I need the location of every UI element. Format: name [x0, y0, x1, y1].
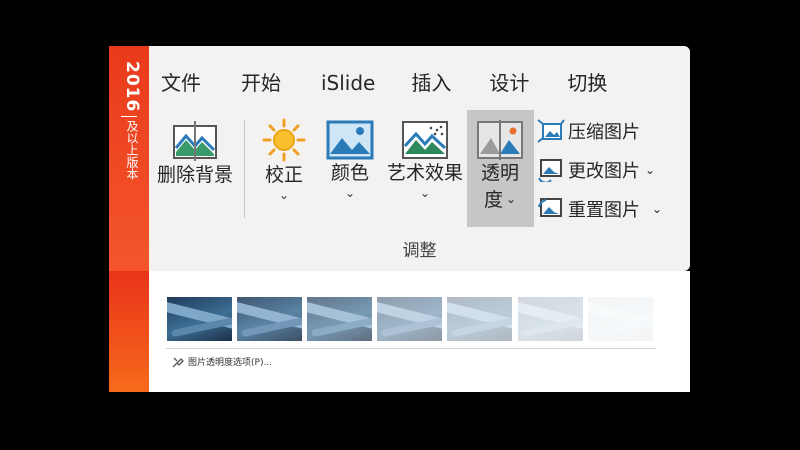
color-button[interactable]: 颜色 ⌄ — [324, 120, 376, 200]
remove-background-icon — [173, 121, 217, 161]
transparency-preset[interactable] — [237, 297, 302, 341]
transparency-preset[interactable] — [518, 297, 583, 341]
transparency-preset[interactable] — [307, 297, 372, 341]
ribbon-tabs: 文件 开始 iSlide 插入 设计 切换 — [149, 66, 615, 100]
transparency-icon — [477, 120, 523, 160]
corrections-button[interactable]: 校正 ⌄ — [259, 118, 309, 202]
transparency-options-label: 图片透明度选项(P)... — [188, 358, 273, 368]
chevron-down-icon: ⌄ — [344, 186, 356, 200]
chevron-down-icon: ⌄ — [645, 163, 656, 177]
artistic-effects-button[interactable]: 艺术效果 ⌄ — [385, 120, 465, 200]
reset-picture-button[interactable]: 重置图片 ⌄ — [537, 194, 662, 224]
version-divider — [121, 116, 137, 117]
chevron-down-icon: ⌄ — [505, 192, 517, 206]
tab-design[interactable]: 设计 — [481, 66, 537, 100]
compress-pictures-button[interactable]: 压缩图片 — [537, 116, 640, 146]
change-picture-button[interactable]: 更改图片 ⌄ — [537, 155, 655, 185]
sun-icon — [262, 118, 306, 162]
chevron-down-icon: ⌄ — [278, 188, 290, 202]
transparency-preset[interactable] — [167, 297, 232, 341]
color-label: 颜色 — [330, 162, 369, 184]
gallery-accent-strip — [109, 271, 149, 392]
chevron-down-icon: ⌄ — [652, 202, 663, 216]
remove-background-label: 删除背景 — [156, 164, 233, 186]
compress-pictures-icon — [537, 119, 565, 143]
tab-transitions[interactable]: 切换 — [559, 66, 615, 100]
reset-picture-icon — [538, 198, 562, 217]
transparency-gallery: 图片透明度选项(P)... — [109, 271, 690, 392]
transparency-options-link[interactable]: 图片透明度选项(P)... — [172, 355, 272, 368]
tab-home[interactable]: 开始 — [233, 66, 289, 100]
artistic-effects-icon — [402, 121, 448, 159]
version-note: 及以上版本 — [125, 120, 139, 180]
version-year: 2016 — [122, 61, 142, 113]
gallery-divider — [166, 348, 656, 349]
transparency-button[interactable]: 透明 度 ⌄ — [470, 120, 530, 213]
transparency-preset[interactable] — [377, 297, 442, 341]
transparency-preset[interactable] — [588, 297, 653, 341]
tab-file[interactable]: 文件 — [153, 66, 209, 100]
transparency-label-line2: 度 — [483, 189, 503, 211]
adjust-group-label: 调整 — [402, 241, 437, 261]
artistic-effects-label: 艺术效果 — [386, 162, 463, 184]
transparency-options-icon — [172, 357, 184, 367]
transparency-preset[interactable] — [447, 297, 512, 341]
transparency-label-line1: 透明 — [480, 162, 519, 184]
ribbon-separator — [244, 120, 245, 218]
change-picture-label: 更改图片 — [568, 161, 640, 182]
remove-background-button[interactable]: 删除背景 — [154, 120, 236, 188]
tab-islide[interactable]: iSlide — [313, 66, 383, 100]
tab-insert[interactable]: 插入 — [403, 66, 459, 100]
reset-picture-label: 重置图片 — [568, 200, 640, 221]
picture-color-icon — [326, 120, 374, 160]
chevron-down-icon: ⌄ — [419, 186, 431, 200]
change-picture-icon — [538, 159, 562, 182]
compress-pictures-label: 压缩图片 — [568, 122, 640, 143]
corrections-label: 校正 — [264, 164, 303, 186]
